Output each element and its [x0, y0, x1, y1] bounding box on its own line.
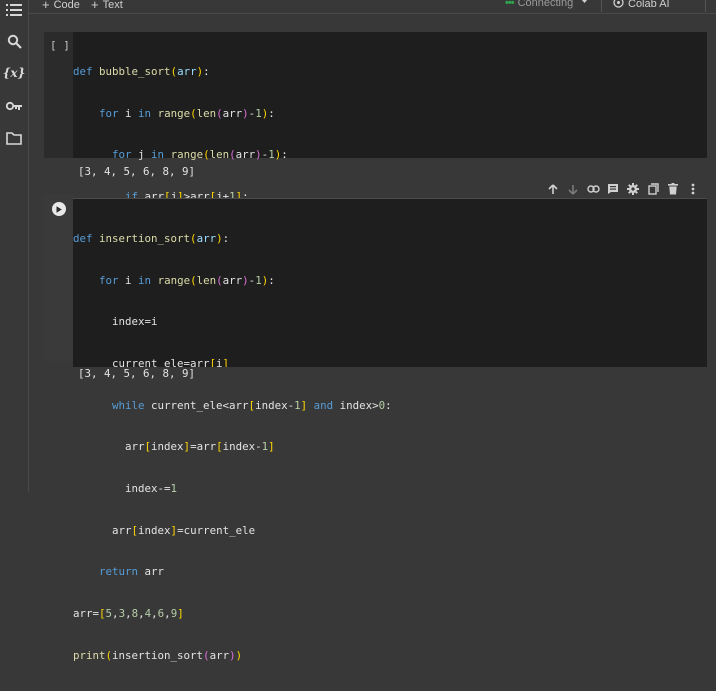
move-down-icon[interactable]: [565, 181, 581, 197]
move-up-icon[interactable]: [545, 181, 561, 197]
variables-icon[interactable]: {x}: [3, 64, 26, 82]
code-line: arr=[5,3,8,4,6,9]: [73, 607, 184, 621]
code-cell-insertion-sort[interactable]: def insertion_sort(arr): for i in range(…: [44, 183, 707, 662]
code-line: print(insertion_sort(arr)): [73, 648, 243, 662]
run-cell-button[interactable]: [52, 202, 66, 216]
code-line: arr[index]=current_ele: [73, 523, 256, 537]
cell-gutter: [44, 194, 73, 361]
secrets-key-icon[interactable]: [5, 97, 23, 115]
code-line: for i in range(len(arr)-1):: [99, 106, 275, 120]
delete-icon[interactable]: [665, 181, 681, 197]
add-code-button[interactable]: + Code: [42, 0, 80, 12]
plus-icon: +: [91, 0, 99, 12]
add-text-button[interactable]: + Text: [91, 0, 123, 12]
code-line: arr[index]=arr[index-1]: [73, 440, 275, 454]
execution-count[interactable]: [ ]: [50, 39, 70, 52]
cell-toolbar: [545, 181, 701, 197]
code-line: while current_ele<arr[index-1] and index…: [112, 398, 392, 412]
search-icon[interactable]: [5, 32, 23, 50]
code-editor[interactable]: def bubble_sort(arr): for i in range(len…: [73, 32, 707, 370]
code-line: def insertion_sort(arr):: [73, 231, 230, 245]
code-line: index-=1: [73, 482, 178, 496]
comment-icon[interactable]: [605, 181, 621, 197]
settings-gear-icon[interactable]: [625, 181, 641, 197]
more-options-icon[interactable]: [685, 181, 701, 197]
runtime-dropdown-chevron-icon[interactable]: [580, 0, 589, 4]
code-editor[interactable]: def insertion_sort(arr): for i in range(…: [73, 198, 707, 662]
notebook-toolbar: +Code +Text ••• Connecting Colab AI ✕: [29, 0, 716, 14]
code-line: return arr: [99, 565, 165, 579]
link-icon[interactable]: [585, 181, 601, 197]
runtime-status-button[interactable]: ••• Connecting: [505, 0, 573, 9]
colab-ai-icon: [613, 0, 624, 11]
code-line: for i in range(len(arr)-1):: [99, 273, 275, 287]
toolbar-divider: [601, 0, 602, 12]
left-sidebar: {x}: [0, 0, 29, 492]
table-of-contents-icon[interactable]: [5, 1, 23, 19]
code-cell-bubble-sort[interactable]: [ ] def bubble_sort(arr): for i in range…: [44, 32, 707, 370]
colab-ai-button[interactable]: Colab AI: [613, 0, 670, 11]
toolbar-divider: [705, 0, 706, 12]
play-icon: [56, 205, 62, 213]
code-line: for j in range(len(arr)-1):: [112, 148, 288, 162]
connecting-dots-icon: •••: [505, 0, 515, 9]
code-line: def bubble_sort(arr):: [73, 64, 210, 78]
cell-output: [3, 4, 5, 6, 8, 9]: [73, 367, 707, 387]
code-line: index=i: [73, 315, 158, 329]
plus-icon: +: [42, 0, 50, 12]
files-folder-icon[interactable]: [5, 129, 23, 147]
mirror-cell-icon[interactable]: [645, 181, 661, 197]
cell-gutter: [ ]: [44, 32, 73, 158]
